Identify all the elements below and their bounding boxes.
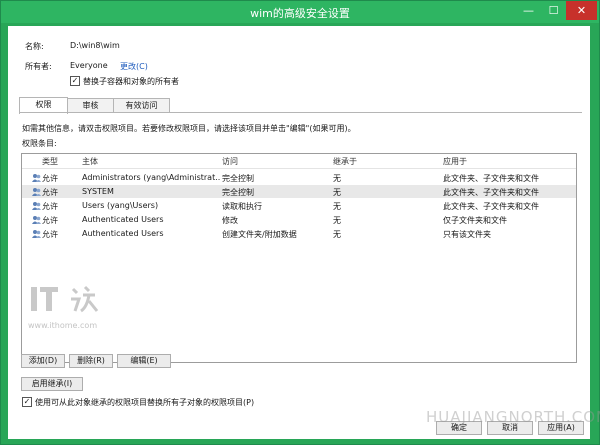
owner-value: Everyone	[70, 61, 108, 70]
column-header-access[interactable]: 访问	[222, 156, 238, 167]
user-group-icon	[32, 202, 41, 210]
table-cell-applies-to: 此文件夹、子文件夹和文件	[443, 188, 539, 197]
column-header-principal[interactable]: 主体	[82, 156, 98, 167]
edit-button[interactable]: 编辑(E)	[117, 354, 171, 368]
column-header-type[interactable]: 类型	[42, 156, 58, 167]
replace-owner-checkbox[interactable]: ✓	[70, 76, 80, 86]
table-row[interactable]: 允许 Authenticated Users 创建文件夹/附加数据 无 只有该文件夹	[22, 227, 576, 240]
table-cell-access: 完全控制	[222, 188, 254, 197]
table-cell-type: 允许	[42, 174, 58, 183]
close-button[interactable]: ✕	[566, 1, 597, 20]
table-cell-access: 完全控制	[222, 174, 254, 183]
table-row[interactable]: 允许 Administrators (yang\Administrat... 完全控…	[22, 171, 576, 184]
user-group-icon	[32, 216, 41, 224]
ithome-logo-watermark	[29, 281, 101, 317]
replace-children-label: 使用可从此对象继承的权限项目替换所有子对象的权限项目(P)	[35, 398, 255, 407]
hint-text: 如需其他信息，请双击权限项目。若要修改权限项目，请选择该项目并单击"编辑"(如果…	[22, 124, 356, 133]
table-cell-principal: SYSTEM	[82, 187, 114, 196]
table-cell-type: 允许	[42, 216, 58, 225]
title-bar[interactable]: wim的高级安全设置 — ☐ ✕	[1, 1, 599, 23]
entries-label: 权限条目:	[22, 139, 57, 148]
table-cell-applies-to: 此文件夹、子文件夹和文件	[443, 202, 539, 211]
user-group-icon	[32, 174, 41, 182]
table-cell-inherited-from: 无	[333, 188, 341, 197]
maximize-button[interactable]: ☐	[541, 1, 566, 20]
brand-watermark: HUAJIANGNORTH.COM	[426, 408, 600, 426]
advanced-security-window: wim的高级安全设置 — ☐ ✕ 名称: D:\win8\wim 所有者: Ev…	[0, 0, 600, 445]
user-group-icon	[32, 230, 41, 238]
table-row[interactable]: 允许 Users (yang\Users) 读取和执行 无 此文件夹、子文件夹和文件	[22, 199, 576, 212]
tab-effective-access[interactable]: 有效访问	[113, 98, 170, 113]
minimize-button[interactable]: —	[516, 1, 541, 20]
column-header-inherited-from[interactable]: 继承于	[333, 156, 357, 167]
name-label: 名称:	[25, 42, 44, 51]
enable-inheritance-button[interactable]: 启用继承(I)	[21, 377, 83, 391]
name-value: D:\win8\wim	[70, 41, 120, 50]
table-cell-principal: Authenticated Users	[82, 229, 164, 238]
permission-entries-list[interactable]: 类型 主体 访问 继承于 应用于 允许 Administrators (yang\…	[21, 153, 577, 363]
table-cell-applies-to: 仅子文件夹和文件	[443, 216, 507, 225]
tab-divider	[19, 112, 582, 113]
window-title: wim的高级安全设置	[250, 7, 350, 20]
table-cell-principal: Users (yang\Users)	[82, 201, 159, 210]
dialog-content: 名称: D:\win8\wim 所有者: Everyone 更改(C) ✓ 替换…	[8, 26, 600, 439]
add-button[interactable]: 添加(D)	[21, 354, 65, 368]
ithome-logo-icon	[31, 285, 99, 313]
ithome-url-watermark: www.ithome.com	[28, 321, 98, 330]
table-cell-inherited-from: 无	[333, 174, 341, 183]
column-header-applies-to[interactable]: 应用于	[443, 156, 467, 167]
remove-button[interactable]: 删除(R)	[69, 354, 113, 368]
tab-auditing[interactable]: 审核	[67, 98, 114, 113]
table-cell-type: 允许	[42, 188, 58, 197]
user-group-icon	[32, 188, 41, 196]
owner-label: 所有者:	[25, 62, 52, 71]
list-header: 类型 主体 访问 继承于 应用于	[22, 154, 576, 169]
table-row[interactable]: 允许 Authenticated Users 修改 无 仅子文件夹和文件	[22, 213, 576, 226]
replace-owner-label: 替换子容器和对象的所有者	[83, 77, 179, 86]
table-cell-access: 创建文件夹/附加数据	[222, 230, 297, 239]
table-cell-inherited-from: 无	[333, 230, 341, 239]
table-cell-principal: Administrators (yang\Administrat...	[82, 173, 220, 182]
table-row[interactable]: 允许 SYSTEM 完全控制 无 此文件夹、子文件夹和文件	[22, 185, 576, 198]
table-cell-principal: Authenticated Users	[82, 215, 164, 224]
change-owner-link[interactable]: 更改(C)	[120, 61, 148, 72]
table-cell-applies-to: 此文件夹、子文件夹和文件	[443, 174, 539, 183]
replace-children-checkbox[interactable]: ✓	[22, 397, 32, 407]
table-cell-access: 修改	[222, 216, 238, 225]
table-cell-inherited-from: 无	[333, 202, 341, 211]
table-cell-access: 读取和执行	[222, 202, 262, 211]
table-cell-applies-to: 只有该文件夹	[443, 230, 491, 239]
table-cell-type: 允许	[42, 230, 58, 239]
table-cell-inherited-from: 无	[333, 216, 341, 225]
table-cell-type: 允许	[42, 202, 58, 211]
